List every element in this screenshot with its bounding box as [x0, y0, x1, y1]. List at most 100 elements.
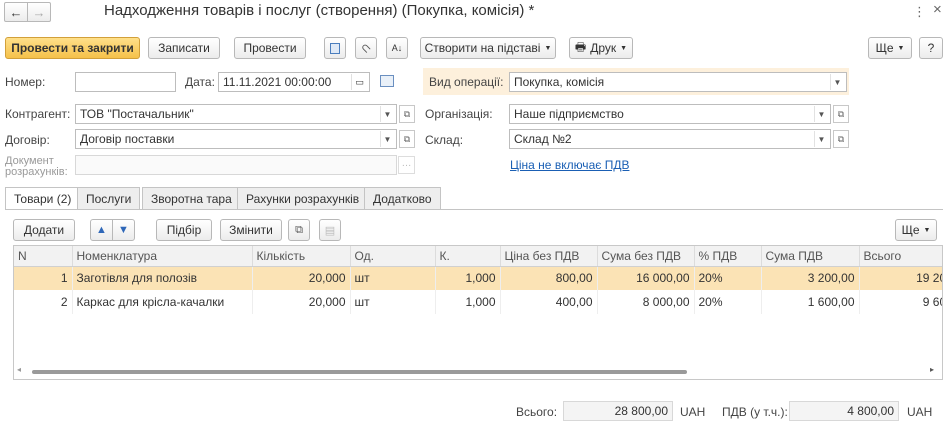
cell-sum: 16 000,00 [597, 266, 695, 290]
counterparty-field[interactable]: ТОВ "Постачальник" ▼ [75, 104, 397, 124]
cell-name: Каркас для крісла-качалки [72, 290, 253, 314]
table-row[interactable]: 1 Заготівля для полозів 20,000 шт 1,000 … [14, 266, 942, 290]
column-header[interactable]: Кількість [252, 246, 351, 267]
cell-unit: шт [350, 266, 436, 290]
chevron-down-icon: ▼ [923, 226, 931, 234]
scroll-right-icon[interactable]: ▸ [930, 365, 934, 374]
tab-services[interactable]: Послуги [77, 187, 141, 209]
cell-total: 19 200,00 [859, 266, 942, 290]
cell-qty: 20,000 [252, 266, 351, 290]
organization-field[interactable]: Наше підприємство ▼ [509, 104, 831, 124]
column-header[interactable]: Од. [350, 246, 436, 267]
open-warehouse-button[interactable]: ⧉ [833, 130, 849, 148]
column-header[interactable]: Сума ПДВ [761, 246, 860, 267]
chevron-down-icon[interactable]: ▼ [830, 74, 844, 90]
pick-label: Підбір [166, 223, 202, 237]
sort-az-icon: A↓ [391, 43, 403, 53]
settlement-doc-select-button: … [398, 156, 415, 174]
warehouse-field[interactable]: Склад №2 ▼ [509, 129, 831, 149]
column-header[interactable]: Номенклатура [72, 246, 253, 267]
change-label: Змінити [229, 223, 273, 237]
table-header-row: N Номенклатура Кількість Од. К. Ціна без… [14, 246, 942, 267]
column-header[interactable]: Всього [859, 246, 942, 267]
horizontal-scrollbar[interactable]: ◂ ▸ [14, 365, 942, 379]
arrow-right-icon: → [32, 4, 46, 20]
vat-total-label: ПДВ (у т.ч.): [722, 405, 788, 419]
table-more-button[interactable]: Ще ▼ [895, 219, 937, 241]
scroll-left-icon[interactable]: ◂ [17, 365, 21, 374]
open-organization-button[interactable]: ⧉ [833, 105, 849, 123]
attach-button[interactable]: ⊂ [355, 37, 377, 59]
copy-row-button[interactable]: ⧉ [288, 219, 310, 241]
organization-value: Наше підприємство [514, 107, 624, 121]
cell-vat-pct: 20% [694, 290, 762, 314]
table-row[interactable]: 2 Каркас для крісла-качалки 20,000 шт 1,… [14, 290, 942, 314]
change-button[interactable]: Змінити [220, 219, 282, 241]
printer-icon: 🖶 [574, 39, 587, 54]
tab-goods[interactable]: Товари (2) [5, 187, 81, 210]
ledger-status-icon[interactable] [380, 75, 394, 87]
open-contract-button[interactable]: ⧉ [399, 130, 415, 148]
create-on-basis-button[interactable]: Створити на підставі ▼ [420, 37, 556, 59]
column-header[interactable]: К. [435, 246, 501, 267]
forward-button[interactable]: → [27, 2, 51, 22]
number-field[interactable] [75, 72, 176, 92]
operation-value: Покупка, комісія [514, 75, 605, 89]
move-up-button[interactable]: ▲ [90, 219, 113, 241]
operation-select[interactable]: Покупка, комісія ▼ [509, 72, 847, 92]
tab-additional[interactable]: Додатково [364, 187, 441, 209]
chevron-down-icon[interactable]: ▼ [814, 131, 828, 147]
more-menu-icon[interactable]: ⋮ [913, 4, 926, 20]
scrollbar-thumb[interactable] [32, 370, 687, 374]
tab-returnable-packaging[interactable]: Зворотна тара [142, 187, 241, 209]
contract-label: Договір: [5, 133, 50, 147]
post-and-close-button[interactable]: Провести та закрити [5, 37, 140, 59]
help-button[interactable]: ? [919, 37, 943, 59]
calendar-icon[interactable]: ▭ [351, 74, 367, 90]
back-button[interactable]: ← [4, 2, 28, 22]
open-counterparty-button[interactable]: ⧉ [399, 105, 415, 123]
save-button[interactable]: Записати [148, 37, 220, 59]
counterparty-value: ТОВ "Постачальник" [80, 107, 194, 121]
close-icon[interactable]: × [933, 1, 942, 18]
operation-label: Вид операції: [429, 75, 504, 89]
column-header[interactable]: % ПДВ [694, 246, 762, 267]
organization-label: Організація: [425, 107, 493, 121]
move-down-button[interactable]: ▼ [112, 219, 135, 241]
cell-price: 400,00 [500, 290, 598, 314]
column-header[interactable]: Сума без ПДВ [597, 246, 695, 267]
cell-name: Заготівля для полозів [72, 266, 253, 290]
sort-button[interactable]: A↓ [386, 37, 408, 59]
more-button[interactable]: Ще ▼ [868, 37, 912, 59]
journal-button[interactable] [324, 37, 346, 59]
vat-currency: UAH [907, 405, 933, 419]
paperclip-icon: ⊂ [357, 39, 375, 57]
post-button[interactable]: Провести [234, 37, 306, 59]
post-and-close-label: Провести та закрити [11, 41, 134, 55]
total-currency: UAH [680, 405, 706, 419]
cell-vat-sum: 1 600,00 [761, 290, 860, 314]
save-label: Записати [158, 41, 210, 55]
tab-settlement-accounts[interactable]: Рахунки розрахунків [237, 187, 369, 209]
number-label: Номер: [5, 75, 46, 89]
chevron-down-icon[interactable]: ▼ [814, 106, 828, 122]
print-button[interactable]: 🖶 Друк ▼ [569, 37, 633, 59]
date-field[interactable]: 11.11.2021 00:00:00 ▭ [218, 72, 370, 92]
chevron-down-icon: ▼ [544, 44, 552, 52]
column-header[interactable]: Ціна без ПДВ [500, 246, 598, 267]
contract-field[interactable]: Договір поставки ▼ [75, 129, 397, 149]
tab-divider [5, 209, 943, 210]
paste-row-button[interactable]: ▤ [319, 219, 341, 241]
column-header[interactable]: N [14, 246, 73, 267]
cell-total: 9 600,00 [859, 290, 942, 314]
chevron-down-icon[interactable]: ▼ [380, 131, 394, 147]
counterparty-label: Контрагент: [5, 107, 71, 121]
date-label: Дата: [185, 75, 215, 89]
pick-button[interactable]: Підбір [156, 219, 212, 241]
arrow-down-icon: ▼ [118, 224, 129, 236]
ledger-icon [330, 42, 340, 54]
cell-k: 1,000 [435, 266, 501, 290]
vat-settings-link[interactable]: Ціна не включає ПДВ [510, 158, 629, 172]
chevron-down-icon[interactable]: ▼ [380, 106, 394, 122]
add-row-button[interactable]: Додати [13, 219, 75, 241]
